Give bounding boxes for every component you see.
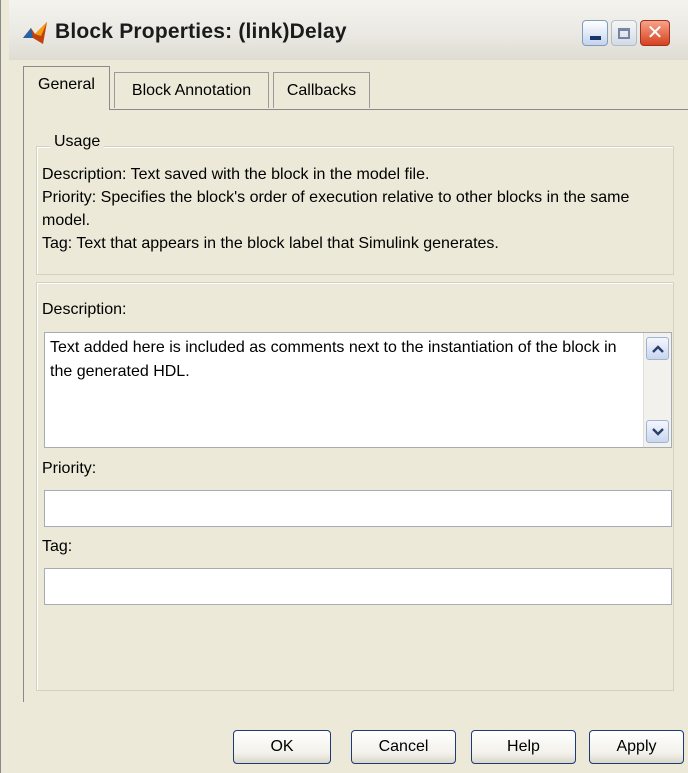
scroll-down-button[interactable] bbox=[646, 420, 669, 443]
usage-line-description: Description: Text saved with the block i… bbox=[42, 166, 430, 183]
apply-button[interactable]: Apply bbox=[589, 730, 684, 764]
usage-group: Description: Text saved with the block i… bbox=[36, 146, 674, 275]
description-textarea[interactable]: Text added here is included as comments … bbox=[44, 332, 672, 448]
usage-line-priority: Priority: Specifies the block's order of… bbox=[42, 189, 630, 229]
tag-label: Tag: bbox=[42, 538, 73, 555]
window-title: Block Properties: (link)Delay bbox=[55, 20, 347, 43]
cancel-button[interactable]: Cancel bbox=[351, 730, 456, 764]
tag-input[interactable] bbox=[45, 569, 671, 604]
help-button[interactable]: Help bbox=[471, 730, 576, 764]
priority-field[interactable] bbox=[44, 490, 672, 527]
usage-legend: Usage bbox=[50, 133, 105, 151]
description-label: Description: bbox=[42, 301, 127, 318]
description-text[interactable]: Text added here is included as comments … bbox=[50, 336, 630, 384]
matlab-logo-icon bbox=[23, 22, 47, 44]
priority-input[interactable] bbox=[45, 491, 671, 526]
close-button[interactable]: ✕ bbox=[640, 20, 670, 46]
usage-text: Description: Text saved with the block i… bbox=[42, 163, 672, 255]
tab-general[interactable]: General bbox=[23, 66, 110, 110]
general-tab-panel: Description: Text saved with the block i… bbox=[23, 109, 688, 702]
maximize-icon bbox=[612, 21, 636, 45]
minimize-icon bbox=[583, 21, 607, 45]
tag-field[interactable] bbox=[44, 568, 672, 605]
ok-button[interactable]: OK bbox=[233, 730, 331, 764]
close-icon: ✕ bbox=[646, 22, 664, 44]
properties-group: Description: Text added here is included… bbox=[36, 282, 674, 691]
tab-callbacks[interactable]: Callbacks bbox=[273, 72, 370, 108]
tab-block-annotation[interactable]: Block Annotation bbox=[114, 72, 269, 108]
chevron-down-icon bbox=[651, 427, 664, 436]
maximize-button[interactable] bbox=[611, 20, 637, 46]
minimize-button[interactable] bbox=[582, 20, 608, 46]
description-scrollbar[interactable] bbox=[643, 333, 671, 447]
title-bar[interactable]: Block Properties: (link)Delay ✕ bbox=[9, 0, 688, 60]
block-properties-dialog: Block Properties: (link)Delay ✕ General … bbox=[0, 0, 688, 773]
priority-label: Priority: bbox=[42, 460, 97, 477]
usage-line-tag: Tag: Text that appears in the block labe… bbox=[42, 235, 499, 252]
scroll-up-button[interactable] bbox=[646, 337, 669, 360]
chevron-up-icon bbox=[651, 344, 664, 353]
